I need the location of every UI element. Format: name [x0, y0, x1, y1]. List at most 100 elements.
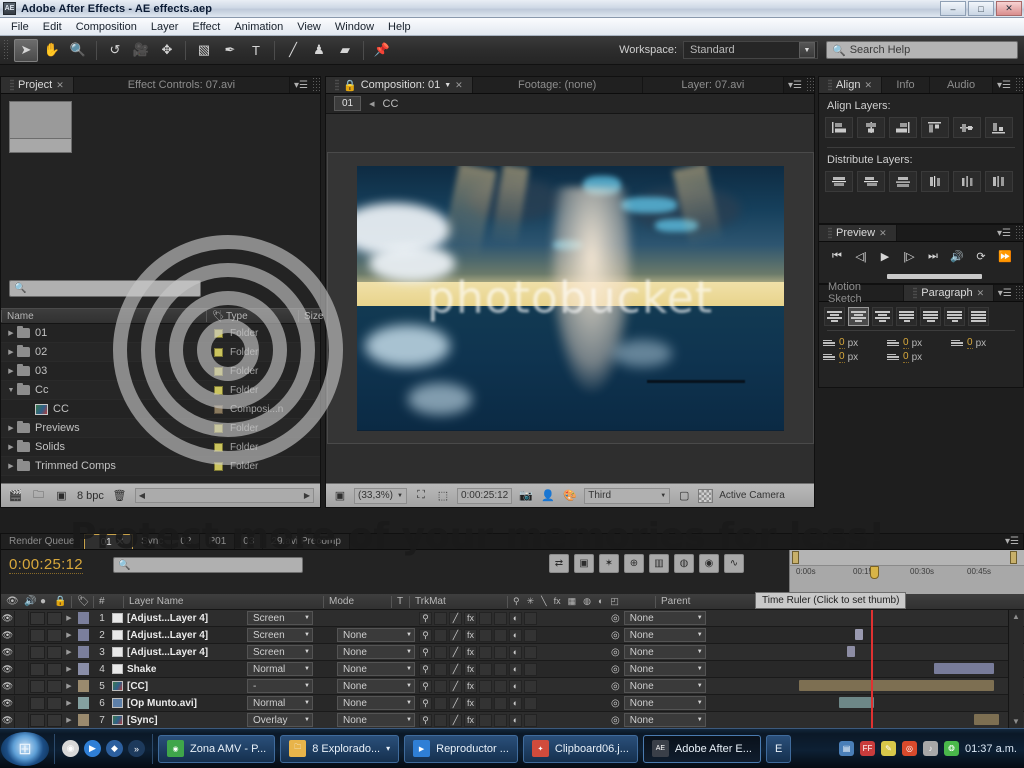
- region-of-interest-icon[interactable]: ⛶: [413, 488, 429, 503]
- layer-trkmat-select[interactable]: None ▼: [337, 662, 415, 676]
- project-item[interactable]: ▶ Trimmed Comps Folder: [1, 457, 320, 476]
- taskbar-button[interactable]: ▶ Reproductor ...: [404, 734, 518, 763]
- tab-effect-controls[interactable]: Effect Controls: 07.avi: [73, 77, 290, 93]
- pan-behind-tool-icon[interactable]: ✥: [155, 39, 179, 62]
- magnification-select[interactable]: (33,3%) ▼: [354, 487, 407, 504]
- puppet-pin-tool-icon[interactable]: 📌: [370, 39, 394, 62]
- solo-toggle[interactable]: [30, 679, 45, 693]
- tab-project[interactable]: Project ✕: [1, 77, 74, 93]
- paragraph-field-value[interactable]: 0: [903, 337, 909, 349]
- paragraph-field-value[interactable]: 0: [967, 337, 973, 349]
- quality-icon[interactable]: ╱: [449, 662, 462, 676]
- shape-tool-icon[interactable]: ▧: [192, 39, 216, 62]
- paragraph-panel-menu-icon[interactable]: ▾☰: [994, 285, 1016, 301]
- motion-blur-icon[interactable]: [494, 645, 507, 659]
- align-top-icon[interactable]: [921, 117, 949, 138]
- previous-frame-icon[interactable]: ◁|: [851, 247, 871, 265]
- layer-track[interactable]: [789, 695, 1010, 711]
- layer-trkmat-select[interactable]: None ▼: [337, 679, 415, 693]
- layer-mode-select[interactable]: Screen ▼: [247, 628, 313, 642]
- loop-icon[interactable]: ⟳: [971, 247, 991, 265]
- video-toggle-icon[interactable]: 👁: [1, 610, 15, 626]
- close-icon[interactable]: ✕: [864, 80, 872, 91]
- motion-blur-icon[interactable]: [494, 628, 507, 642]
- effects-icon[interactable]: fx: [464, 679, 477, 693]
- distribute-vertical-center-icon[interactable]: [857, 171, 885, 192]
- video-toggle-icon[interactable]: 👁: [1, 644, 15, 660]
- tray-record-icon[interactable]: ◎: [902, 741, 918, 756]
- collapse-transform-icon[interactable]: ✳: [527, 596, 535, 607]
- tab-motion-sketch[interactable]: Motion Sketch: [819, 281, 905, 305]
- project-horizontal-scrollbar[interactable]: ◀ ▶: [134, 488, 314, 503]
- column-type[interactable]: Type: [220, 310, 298, 322]
- chevron-down-icon[interactable]: ▼: [304, 615, 310, 621]
- shy-icon[interactable]: ⚲: [513, 596, 520, 607]
- parent-pickwhip-icon[interactable]: ◎: [611, 715, 620, 726]
- last-frame-icon[interactable]: ⏭: [923, 247, 943, 265]
- solo-toggle[interactable]: [30, 645, 45, 659]
- chevron-down-icon[interactable]: ▼: [660, 493, 666, 499]
- timeline-time-ruler[interactable]: 0:00s 00:15s 00:30s 00:45s: [789, 550, 1024, 594]
- bit-depth-label[interactable]: 8 bpc: [77, 490, 104, 502]
- new-composition-icon[interactable]: 🎬: [8, 489, 23, 503]
- menu-item-animation[interactable]: Animation: [227, 19, 290, 35]
- video-toggle-icon[interactable]: 👁: [1, 678, 15, 694]
- transparency-grid-icon[interactable]: ⬚: [435, 488, 451, 503]
- frame-blend-icon[interactable]: [479, 713, 492, 727]
- quality-icon[interactable]: ╲: [541, 596, 546, 607]
- frame-blend-icon[interactable]: [479, 628, 492, 642]
- paragraph-field-indent-right[interactable]: 0 px: [951, 337, 1009, 349]
- taskbar-button[interactable]: ◉ Zona AMV - P...: [158, 734, 276, 763]
- ruler-work-area[interactable]: [790, 550, 1024, 566]
- quality-icon[interactable]: ╱: [449, 611, 462, 625]
- tab-align[interactable]: Align ✕: [819, 77, 883, 93]
- maximize-button[interactable]: □: [968, 1, 994, 16]
- tray-tool-icon[interactable]: ✎: [881, 741, 897, 756]
- layer-mode-select[interactable]: Screen ▼: [247, 645, 313, 659]
- project-item[interactable]: ▶ Solids Folder: [1, 438, 320, 457]
- timeline-tab-03[interactable]: 03: [235, 534, 264, 549]
- parent-pickwhip-icon[interactable]: ◎: [611, 647, 620, 658]
- draft-3d-icon[interactable]: ▣: [574, 554, 594, 573]
- live-update-icon[interactable]: ⇄: [549, 554, 569, 573]
- justify-last-left-icon[interactable]: [896, 307, 917, 326]
- collapse-icon[interactable]: [434, 662, 447, 676]
- motion-blur-icon[interactable]: [494, 662, 507, 676]
- project-panel-menu-icon[interactable]: ▾☰: [290, 77, 312, 93]
- chevron-down-icon[interactable]: ▼: [697, 615, 703, 621]
- layer-track[interactable]: [789, 644, 1010, 660]
- first-frame-icon[interactable]: ⏮: [827, 247, 847, 265]
- chevron-down-icon[interactable]: ▼: [697, 666, 703, 672]
- layer-track[interactable]: [789, 678, 1010, 694]
- collapse-icon[interactable]: [434, 628, 447, 642]
- chevron-down-icon[interactable]: ▼: [799, 42, 815, 58]
- current-time-field[interactable]: 0:00:25:12: [456, 487, 513, 504]
- chevron-down-icon[interactable]: ▼: [406, 717, 412, 723]
- quick-launch-more-icon[interactable]: »: [128, 740, 145, 757]
- tab-layer[interactable]: Layer: 07.avi: [642, 77, 784, 93]
- lock-toggle[interactable]: [47, 696, 62, 710]
- motion-blur-icon[interactable]: ▥: [649, 554, 669, 573]
- disclosure-triangle-icon[interactable]: ▶: [63, 716, 75, 724]
- scroll-down-icon[interactable]: ▼: [1012, 717, 1020, 726]
- layer-track[interactable]: [789, 627, 1010, 643]
- scroll-right-icon[interactable]: ▶: [304, 491, 310, 500]
- shy-icon[interactable]: ⚲: [419, 696, 432, 710]
- rotation-tool-icon[interactable]: ↺: [103, 39, 127, 62]
- three-d-icon[interactable]: [524, 696, 537, 710]
- disclosure-triangle-icon[interactable]: ▶: [5, 367, 17, 375]
- layer-parent-select[interactable]: None ▼: [623, 713, 706, 727]
- effects-icon[interactable]: fx: [464, 713, 477, 727]
- solo-toggle[interactable]: [30, 696, 45, 710]
- timeline-tab-02[interactable]: 02: [172, 534, 201, 549]
- layer-parent-select[interactable]: None ▼: [623, 679, 706, 693]
- layer-label-color[interactable]: [78, 612, 89, 624]
- layer-name[interactable]: [Adjust...Layer 4]: [112, 613, 247, 624]
- solo-toggle[interactable]: [30, 713, 45, 727]
- timeline-search-input[interactable]: 🔍: [113, 557, 303, 573]
- layer-track[interactable]: [789, 661, 1010, 677]
- chevron-down-icon[interactable]: ▼: [444, 82, 451, 89]
- video-toggle-icon[interactable]: 👁: [1, 695, 15, 711]
- panel-grip-icon[interactable]: [806, 77, 814, 93]
- show-snapshot-icon[interactable]: 👤: [540, 488, 556, 503]
